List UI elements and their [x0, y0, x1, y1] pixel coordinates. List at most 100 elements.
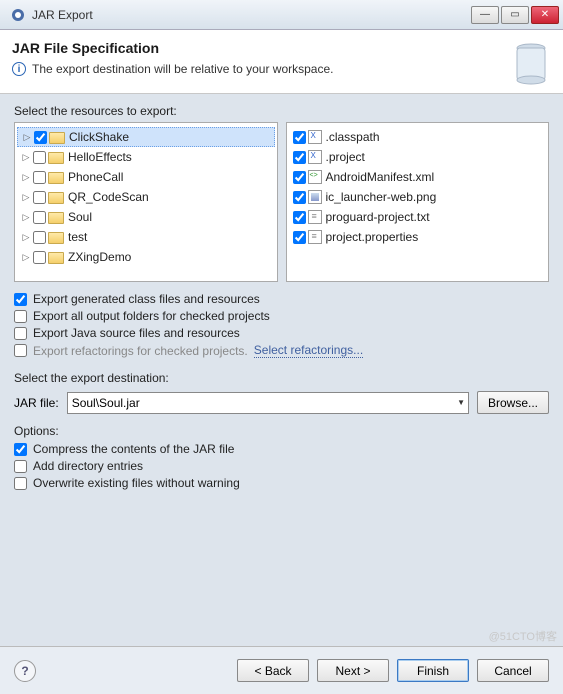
file-label: ic_launcher-web.png [326, 190, 437, 204]
compress-label: Compress the contents of the JAR file [33, 442, 234, 456]
export-refactorings-label: Export refactorings for checked projects… [33, 344, 248, 358]
add-dir-label: Add directory entries [33, 459, 143, 473]
jar-icon [509, 38, 553, 88]
expand-icon[interactable]: ▷ [21, 232, 31, 243]
files-list[interactable]: .classpath.projectAndroidManifest.xml ic_… [286, 122, 550, 282]
window-title: JAR Export [32, 8, 469, 22]
expand-icon[interactable]: ▷ [21, 212, 31, 223]
help-button[interactable]: ? [14, 660, 36, 682]
banner-message: The export destination will be relative … [32, 62, 333, 76]
folder-icon [48, 230, 64, 244]
file-icon [308, 170, 322, 184]
file-checkbox[interactable] [293, 211, 306, 224]
project-row[interactable]: ▷ ZXingDemo [17, 247, 275, 267]
export-all-output-label: Export all output folders for checked pr… [33, 309, 270, 323]
file-row[interactable]: ic_launcher-web.png [289, 187, 547, 207]
banner-title: JAR File Specification [12, 40, 551, 56]
file-row[interactable]: AndroidManifest.xml [289, 167, 547, 187]
expand-icon[interactable]: ▷ [22, 132, 32, 143]
project-row[interactable]: ▷ HelloEffects [17, 147, 275, 167]
resources-label: Select the resources to export: [14, 104, 549, 118]
export-java-source-checkbox[interactable] [14, 327, 27, 340]
project-checkbox[interactable] [34, 131, 47, 144]
info-icon: i [12, 62, 26, 76]
file-icon [308, 190, 322, 204]
project-label: Soul [68, 210, 92, 224]
project-checkbox[interactable] [33, 171, 46, 184]
file-icon [308, 230, 322, 244]
project-row[interactable]: ▷ test [17, 227, 275, 247]
project-label: test [68, 230, 87, 244]
expand-icon[interactable]: ▷ [21, 252, 31, 263]
export-all-output-checkbox[interactable] [14, 310, 27, 323]
next-button[interactable]: Next > [317, 659, 389, 682]
back-button[interactable]: < Back [237, 659, 309, 682]
overwrite-label: Overwrite existing files without warning [33, 476, 240, 490]
file-label: project.properties [326, 230, 419, 244]
folder-icon [48, 190, 64, 204]
project-row[interactable]: ▷ PhoneCall [17, 167, 275, 187]
project-label: HelloEffects [68, 150, 132, 164]
maximize-button[interactable]: ▭ [501, 6, 529, 24]
export-generated-label: Export generated class files and resourc… [33, 292, 260, 306]
folder-icon [48, 170, 64, 184]
export-refactorings-option[interactable]: Export refactorings for checked projects… [14, 343, 549, 358]
select-refactorings-link[interactable]: Select refactorings... [254, 343, 363, 358]
expand-icon[interactable]: ▷ [21, 152, 31, 163]
project-row[interactable]: ▷ Soul [17, 207, 275, 227]
file-checkbox[interactable] [293, 171, 306, 184]
projects-tree[interactable]: ▷ ClickShake ▷ HelloEffects ▷ PhoneCall ▷ QR_Co… [14, 122, 278, 282]
finish-button[interactable]: Finish [397, 659, 469, 682]
export-java-source-option[interactable]: Export Java source files and resources [14, 326, 549, 340]
folder-icon [48, 250, 64, 264]
overwrite-checkbox[interactable] [14, 477, 27, 490]
file-row[interactable]: proguard-project.txt [289, 207, 547, 227]
options-label: Options: [14, 424, 549, 438]
overwrite-option[interactable]: Overwrite existing files without warning [14, 476, 549, 490]
project-label: ClickShake [69, 130, 129, 144]
folder-icon [49, 130, 65, 144]
project-label: QR_CodeScan [68, 190, 149, 204]
project-checkbox[interactable] [33, 151, 46, 164]
file-icon [308, 130, 322, 144]
jar-file-value: Soul\Soul.jar [72, 396, 140, 410]
add-dir-checkbox[interactable] [14, 460, 27, 473]
file-row[interactable]: .classpath [289, 127, 547, 147]
project-checkbox[interactable] [33, 211, 46, 224]
add-dir-option[interactable]: Add directory entries [14, 459, 549, 473]
close-button[interactable]: ✕ [531, 6, 559, 24]
watermark: @51CTO博客 [489, 628, 557, 644]
file-icon [308, 210, 322, 224]
export-generated-option[interactable]: Export generated class files and resourc… [14, 292, 549, 306]
export-all-output-option[interactable]: Export all output folders for checked pr… [14, 309, 549, 323]
export-refactorings-checkbox[interactable] [14, 344, 27, 357]
file-checkbox[interactable] [293, 151, 306, 164]
expand-icon[interactable]: ▷ [21, 192, 31, 203]
file-checkbox[interactable] [293, 191, 306, 204]
compress-option[interactable]: Compress the contents of the JAR file [14, 442, 549, 456]
project-label: ZXingDemo [68, 250, 131, 264]
export-generated-checkbox[interactable] [14, 293, 27, 306]
folder-icon [48, 210, 64, 224]
project-row[interactable]: ▷ QR_CodeScan [17, 187, 275, 207]
compress-checkbox[interactable] [14, 443, 27, 456]
file-checkbox[interactable] [293, 231, 306, 244]
cancel-button[interactable]: Cancel [477, 659, 549, 682]
expand-icon[interactable]: ▷ [21, 172, 31, 183]
destination-label: Select the export destination: [14, 371, 549, 385]
project-checkbox[interactable] [33, 231, 46, 244]
button-bar: ? < Back Next > Finish Cancel [0, 646, 563, 694]
project-label: PhoneCall [68, 170, 123, 184]
minimize-button[interactable]: — [471, 6, 499, 24]
file-row[interactable]: .project [289, 147, 547, 167]
file-row[interactable]: project.properties [289, 227, 547, 247]
file-checkbox[interactable] [293, 131, 306, 144]
project-checkbox[interactable] [33, 251, 46, 264]
browse-button[interactable]: Browse... [477, 391, 549, 414]
jar-file-label: JAR file: [14, 396, 59, 410]
project-checkbox[interactable] [33, 191, 46, 204]
folder-icon [48, 150, 64, 164]
titlebar: JAR Export — ▭ ✕ [0, 0, 563, 30]
jar-file-combo[interactable]: Soul\Soul.jar ▼ [67, 392, 469, 414]
project-row[interactable]: ▷ ClickShake [17, 127, 275, 147]
